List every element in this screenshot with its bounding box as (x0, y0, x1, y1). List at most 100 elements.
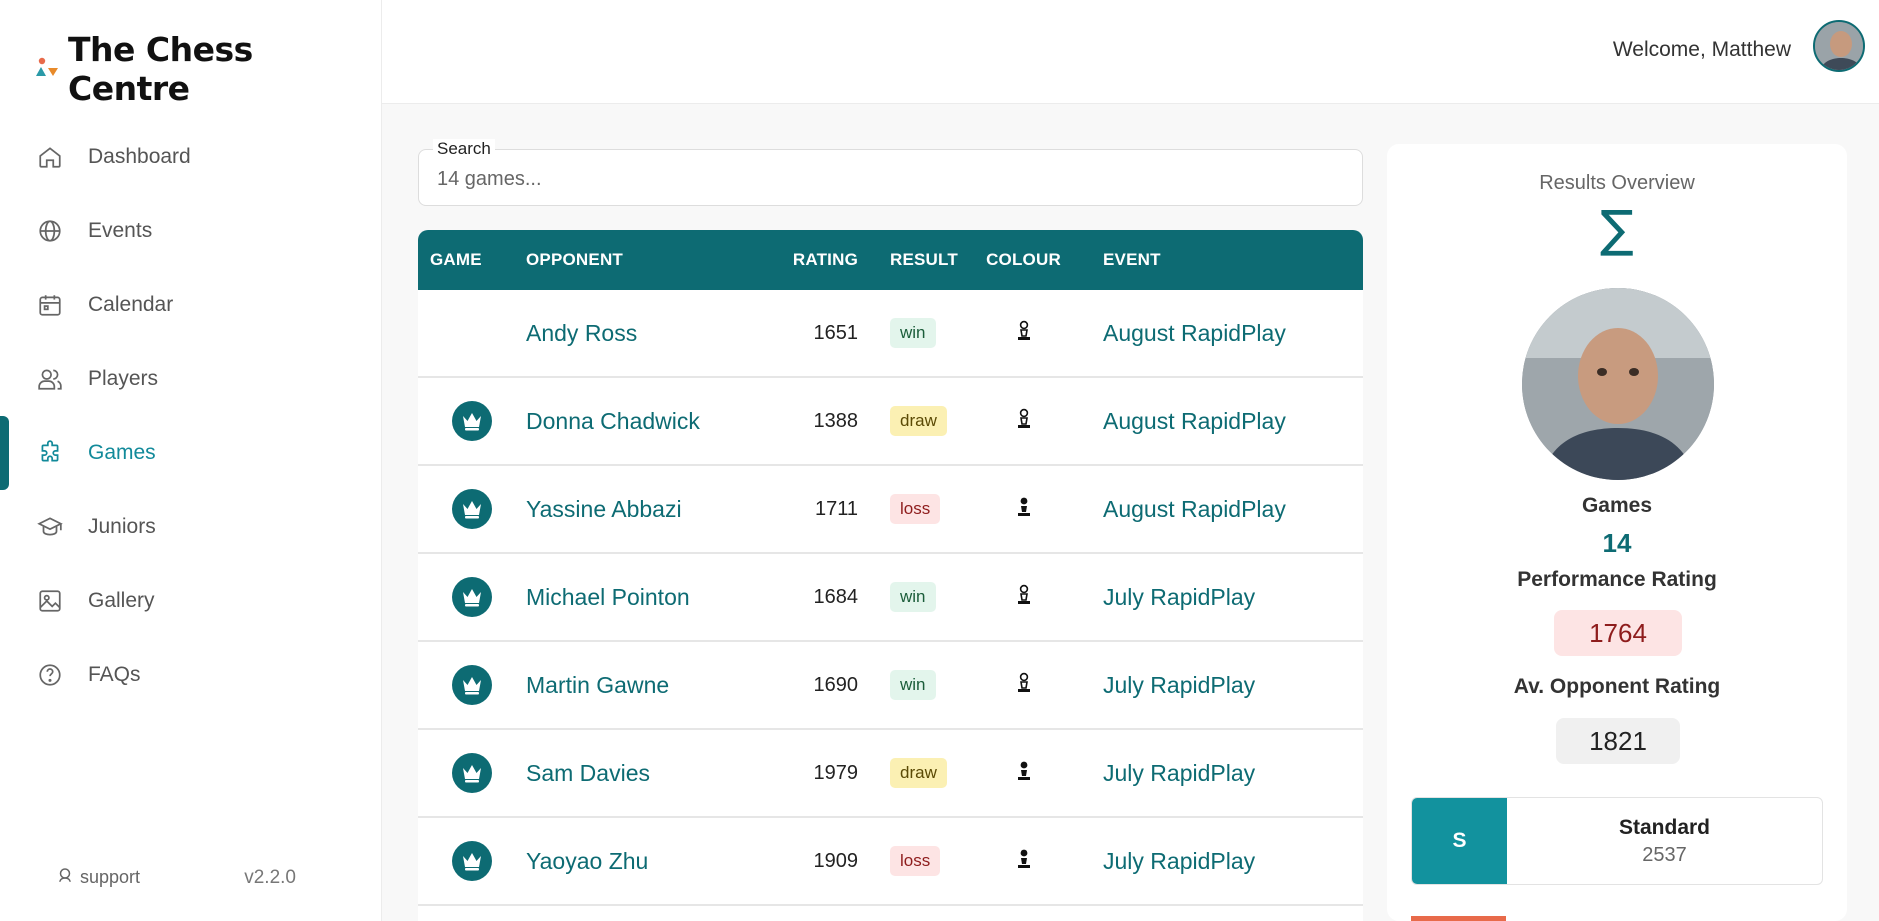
sidebar-item-gallery[interactable]: Gallery (0, 564, 381, 638)
home-icon (36, 143, 64, 171)
column-header-result[interactable]: RESULT (858, 250, 966, 270)
black-pawn-icon (1016, 496, 1032, 523)
white-pawn-icon (1016, 584, 1032, 611)
table-row[interactable]: Martin Gawne 1690 win July RapidPlay (418, 642, 1363, 730)
sidebar-item-dashboard[interactable]: Dashboard (0, 120, 381, 194)
game-cell (418, 577, 526, 617)
view-game-crown-icon[interactable] (452, 577, 492, 617)
white-pawn-icon (1016, 672, 1032, 699)
opponent-link[interactable]: Andy Ross (526, 320, 637, 346)
top-bar: Welcome, Matthew (382, 0, 1879, 104)
puzzle-icon (36, 439, 64, 467)
event-link[interactable]: August RapidPlay (1103, 408, 1286, 434)
sidebar-item-label: Players (88, 367, 159, 390)
support-link[interactable]: support (56, 866, 140, 889)
column-header-opponent[interactable]: OPPONENT (526, 250, 751, 270)
search-label: Search (433, 139, 495, 159)
standard-rating-card[interactable]: S Standard 2537 (1411, 797, 1823, 885)
black-pawn-icon (1016, 848, 1032, 875)
view-game-crown-icon[interactable] (452, 665, 492, 705)
graduation-cap-icon (36, 513, 64, 541)
sidebar-item-players[interactable]: Players (0, 342, 381, 416)
table-row[interactable]: Andy Ross 1651 win August RapidPlay (418, 290, 1363, 378)
performance-rating-value: 1764 (1554, 610, 1682, 656)
search-input[interactable] (437, 168, 1337, 191)
result-badge: draw (890, 758, 947, 788)
sidebar-item-label: Calendar (88, 293, 174, 316)
sidebar-item-label: Gallery (88, 589, 155, 612)
search-box: Search (418, 139, 1363, 206)
white-pawn-icon (1016, 408, 1032, 435)
avg-opponent-rating-label: Av. Opponent Rating (1513, 675, 1721, 698)
white-pawn-icon (1016, 320, 1032, 347)
player-photo (1522, 288, 1714, 480)
sidebar-item-faqs[interactable]: FAQs (0, 638, 381, 712)
opponent-rating: 1684 (813, 585, 859, 608)
sidebar: The Chess Centre Dashboard Events Calend… (0, 0, 382, 921)
event-link[interactable]: July RapidPlay (1103, 584, 1255, 610)
sidebar-nav: Dashboard Events Calendar Players Games (0, 120, 381, 712)
view-game-crown-icon[interactable] (452, 841, 492, 881)
opponent-rating: 1388 (813, 409, 859, 432)
result-badge: win (890, 318, 936, 348)
view-game-crown-icon[interactable] (452, 753, 492, 793)
sidebar-item-juniors[interactable]: Juniors (0, 490, 381, 564)
opponent-link[interactable]: Michael Pointon (526, 584, 690, 610)
table-row[interactable]: Yaoyao Zhu 1909 loss July RapidPlay (418, 818, 1363, 906)
event-link[interactable]: July RapidPlay (1103, 760, 1255, 786)
result-badge: win (890, 582, 936, 612)
table-row[interactable]: Donna Chadwick 1388 draw August RapidPlay (418, 378, 1363, 466)
sidebar-item-games[interactable]: Games (0, 416, 381, 490)
table-row[interactable]: Michael Pointon 1684 win July RapidPlay (418, 554, 1363, 642)
standard-rating-info: Standard 2537 (1507, 798, 1822, 884)
avg-opponent-rating-value: 1821 (1556, 718, 1680, 764)
image-icon (36, 587, 64, 615)
performance-rating-label: Performance Rating (1517, 568, 1717, 591)
sidebar-item-calendar[interactable]: Calendar (0, 268, 381, 342)
sidebar-item-events[interactable]: Events (0, 194, 381, 268)
sidebar-item-label: FAQs (88, 663, 141, 686)
opponent-link[interactable]: Yaoyao Zhu (526, 848, 648, 874)
game-cell (418, 489, 526, 529)
column-header-colour[interactable]: COLOUR (966, 250, 1081, 270)
opponent-rating: 1690 (813, 673, 859, 696)
event-link[interactable]: July RapidPlay (1103, 848, 1255, 874)
opponent-link[interactable]: Yassine Abbazi (526, 496, 682, 522)
result-badge: draw (890, 406, 947, 436)
game-cell (418, 401, 526, 441)
column-header-event[interactable]: EVENT (1081, 250, 1363, 270)
result-badge: loss (890, 494, 941, 524)
next-rating-card-edge (1411, 916, 1506, 921)
users-icon (36, 365, 64, 393)
sidebar-item-label: Events (88, 219, 153, 242)
column-header-rating[interactable]: RATING (751, 250, 858, 270)
standard-rating-value: 2537 (1642, 843, 1687, 866)
opponent-link[interactable]: Sam Davies (526, 760, 650, 786)
opponent-link[interactable]: Martin Gawne (526, 672, 669, 698)
opponent-rating: 1909 (813, 849, 859, 872)
view-game-crown-icon[interactable] (452, 401, 492, 441)
user-avatar[interactable] (1813, 20, 1865, 72)
results-overview-panel: Results Overview ∑ Games 14 Performance … (1387, 144, 1847, 921)
event-link[interactable]: August RapidPlay (1103, 496, 1286, 522)
games-label: Games (1581, 494, 1653, 517)
column-header-game[interactable]: GAME (418, 250, 526, 270)
headset-icon (56, 866, 74, 889)
opponent-rating: 1651 (813, 321, 859, 344)
opponent-rating: 1711 (814, 497, 858, 520)
sidebar-footer: support v2.2.0 (56, 866, 296, 889)
games-table: GAME OPPONENT RATING RESULT COLOUR EVENT… (418, 230, 1363, 921)
game-cell (418, 841, 526, 881)
view-game-crown-icon[interactable] (452, 489, 492, 529)
app-logo[interactable]: The Chess Centre (34, 30, 381, 108)
event-link[interactable]: July RapidPlay (1103, 672, 1255, 698)
support-label: support (80, 867, 141, 887)
event-link[interactable]: August RapidPlay (1103, 320, 1286, 346)
game-cell (418, 665, 526, 705)
table-row[interactable]: Yassine Abbazi 1711 loss August RapidPlay (418, 466, 1363, 554)
logo-mark-icon (34, 54, 60, 84)
table-body: Andy Ross 1651 win August RapidPlay Donna Ch… (418, 290, 1363, 906)
opponent-link[interactable]: Donna Chadwick (526, 408, 700, 434)
table-row[interactable]: Sam Davies 1979 draw July RapidPlay (418, 730, 1363, 818)
question-circle-icon (36, 661, 64, 689)
